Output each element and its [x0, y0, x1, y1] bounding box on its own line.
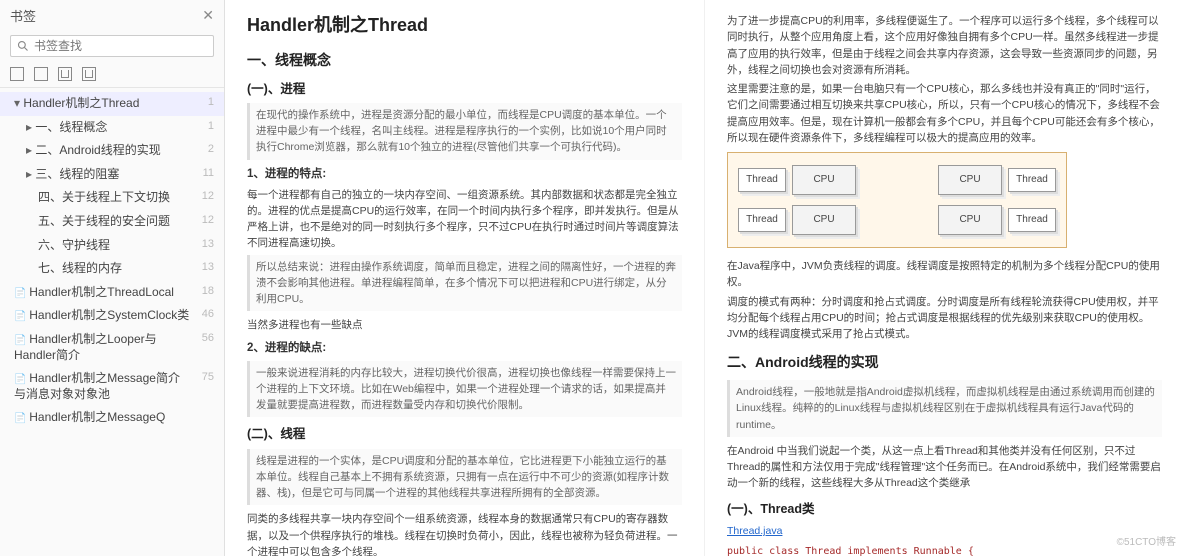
body-text: 同类的多线程共享一块内存空间个一组系统资源，线程本身的数据通常只有CPU的寄存器…: [247, 511, 682, 556]
section-1-2: (二)、线程: [247, 425, 682, 444]
sidebar-header: 书签 ✕: [0, 0, 224, 31]
bookmark-item[interactable]: Handler机制之Message简介与消息对象对象池75: [0, 367, 224, 406]
body-text: 在Android 中当我们说起一个类，从这一点上看Thread和其他类并没有任何…: [727, 443, 1162, 492]
bookmark-item[interactable]: Handler机制之SystemClock类46: [0, 304, 224, 328]
thread-box: Thread: [1008, 168, 1056, 192]
bookmark-page-number: 1: [196, 120, 214, 132]
quote-block: Android线程，一般地就是指Android虚拟机线程，而虚拟机线程是由通过系…: [727, 380, 1162, 437]
cpu-thread-diagram: ThreadCPU ThreadCPU ThreadCPU ThreadCPU: [727, 152, 1067, 248]
tool-expand-icon[interactable]: [10, 67, 24, 81]
tool-collapse-icon[interactable]: [34, 67, 48, 81]
tool-bookmark-icon[interactable]: [58, 67, 72, 81]
bookmark-page-number: 46: [196, 308, 214, 320]
bookmark-page-number: 2: [196, 143, 214, 155]
bookmark-item[interactable]: 七、线程的内存13: [0, 257, 224, 281]
bookmark-page-number: 75: [196, 371, 214, 383]
bookmark-page-number: 18: [196, 285, 214, 297]
body-text: 在Java程序中，JVM负责线程的调度。线程调度是按照特定的机制为多个线程分配C…: [727, 258, 1162, 291]
bookmark-label: 二、Android线程的实现: [26, 143, 196, 159]
bookmark-item[interactable]: 五、关于线程的安全问题12: [0, 210, 224, 234]
thread-box: Thread: [1008, 208, 1056, 232]
bookmark-item[interactable]: 四、关于线程上下文切换12: [0, 186, 224, 210]
bookmark-label: Handler机制之MessageQ: [14, 410, 196, 426]
search-icon: [17, 40, 29, 52]
body-text: 这里需要注意的是，如果一台电脑只有一个CPU核心，那么多线也并没有真正的"同时"…: [727, 81, 1162, 146]
bookmark-item[interactable]: 六、守护线程13: [0, 234, 224, 258]
page-left: Handler机制之Thread 一、线程概念 (一)、进程 在现代的操作系统中…: [225, 0, 704, 556]
doc-title: Handler机制之Thread: [247, 12, 682, 40]
bookmark-item[interactable]: Handler机制之ThreadLocal18: [0, 281, 224, 305]
section-1: 一、线程概念: [247, 50, 682, 72]
search-input[interactable]: [34, 39, 207, 53]
thread-box: Thread: [738, 168, 786, 192]
quote-block: 线程是进程的一个实体，是CPU调度和分配的基本单位，它比进程更下小能独立运行的基…: [247, 449, 682, 506]
bookmark-page-number: 13: [196, 238, 214, 250]
thread-box: Thread: [738, 208, 786, 232]
bookmark-label: 三、线程的阻塞: [26, 167, 196, 183]
bookmark-page-number: 11: [196, 167, 214, 179]
document-view: Handler机制之Thread 一、线程概念 (一)、进程 在现代的操作系统中…: [225, 0, 1184, 556]
bookmark-label: Handler机制之SystemClock类: [14, 308, 196, 324]
bookmark-item[interactable]: 三、线程的阻塞11: [0, 163, 224, 187]
quote-block: 在现代的操作系统中，进程是资源分配的最小单位，而线程是CPU调度的基本单位。一个…: [247, 103, 682, 160]
code-block: public class Thread implements Runnable …: [727, 544, 1162, 556]
quote-block: 一般来说进程消耗的内存比较大，进程切换代价很高，进程切换也像线程一样需要保持上一…: [247, 361, 682, 418]
sidebar-tools: [0, 63, 224, 88]
thread-java-link[interactable]: Thread.java: [727, 525, 782, 537]
body-text: 每一个进程都有自己的独立的一块内存空间、一组资源系统。其内部数据和状态都是完全独…: [247, 187, 682, 252]
search-box[interactable]: [10, 35, 214, 57]
bookmark-item[interactable]: Handler机制之MessageQ: [0, 406, 224, 430]
bookmark-page-number: 13: [196, 261, 214, 273]
body-text: 当然多进程也有一些缺点: [247, 317, 682, 333]
bookmark-page-number: 1: [196, 96, 214, 108]
search-row: [0, 31, 224, 63]
bookmark-label: 四、关于线程上下文切换: [38, 190, 196, 206]
bookmark-label: Handler机制之Looper与Handler简介: [14, 332, 196, 363]
bookmark-label: Handler机制之ThreadLocal: [14, 285, 196, 301]
bookmark-label: Handler机制之Thread: [14, 96, 196, 112]
close-icon[interactable]: ✕: [202, 7, 214, 24]
tool-bookmark2-icon[interactable]: [82, 67, 96, 81]
bookmarks-sidebar: 书签 ✕ Handler机制之Thread1一、线程概念1二、Android线程…: [0, 0, 225, 556]
bookmark-label: 一、线程概念: [26, 120, 196, 136]
bookmark-label: 七、线程的内存: [38, 261, 196, 277]
bookmark-page-number: 56: [196, 332, 214, 344]
cpu-box: CPU: [792, 165, 856, 195]
bookmark-label: 六、守护线程: [38, 238, 196, 254]
sidebar-title: 书签: [10, 6, 36, 25]
cpu-box: CPU: [938, 205, 1002, 235]
bookmark-label: 五、关于线程的安全问题: [38, 214, 196, 230]
h4-process-cons: 2、进程的缺点:: [247, 340, 682, 358]
bookmark-item[interactable]: 二、Android线程的实现2: [0, 139, 224, 163]
cpu-box: CPU: [938, 165, 1002, 195]
cpu-box: CPU: [792, 205, 856, 235]
watermark: ©51CTO博客: [1117, 535, 1176, 551]
h4-process-feature: 1、进程的特点:: [247, 166, 682, 184]
section-2-1: (一)、Thread类: [727, 500, 1162, 519]
bookmark-item[interactable]: Handler机制之Looper与Handler简介56: [0, 328, 224, 367]
section-2: 二、Android线程的实现: [727, 352, 1162, 374]
bookmark-page-number: 12: [196, 214, 214, 226]
section-1-1: (一)、进程: [247, 80, 682, 99]
body-text: 调度的模式有两种：分时调度和抢占式调度。分时调度是所有线程轮流获得CPU使用权，…: [727, 294, 1162, 343]
quote-block: 所以总结来说：进程由操作系统调度，简单而且稳定，进程之间的隔离性好，一个进程的奔…: [247, 255, 682, 312]
page-right: 为了进一步提高CPU的利用率，多线程便诞生了。一个程序可以运行多个线程，多个线程…: [704, 0, 1184, 556]
bookmark-item[interactable]: 一、线程概念1: [0, 116, 224, 140]
body-text: 为了进一步提高CPU的利用率，多线程便诞生了。一个程序可以运行多个线程，多个线程…: [727, 13, 1162, 78]
bookmark-item[interactable]: Handler机制之Thread1: [0, 92, 224, 116]
bookmark-page-number: 12: [196, 190, 214, 202]
bookmark-tree: Handler机制之Thread1一、线程概念1二、Android线程的实现2三…: [0, 88, 224, 556]
bookmark-label: Handler机制之Message简介与消息对象对象池: [14, 371, 196, 402]
